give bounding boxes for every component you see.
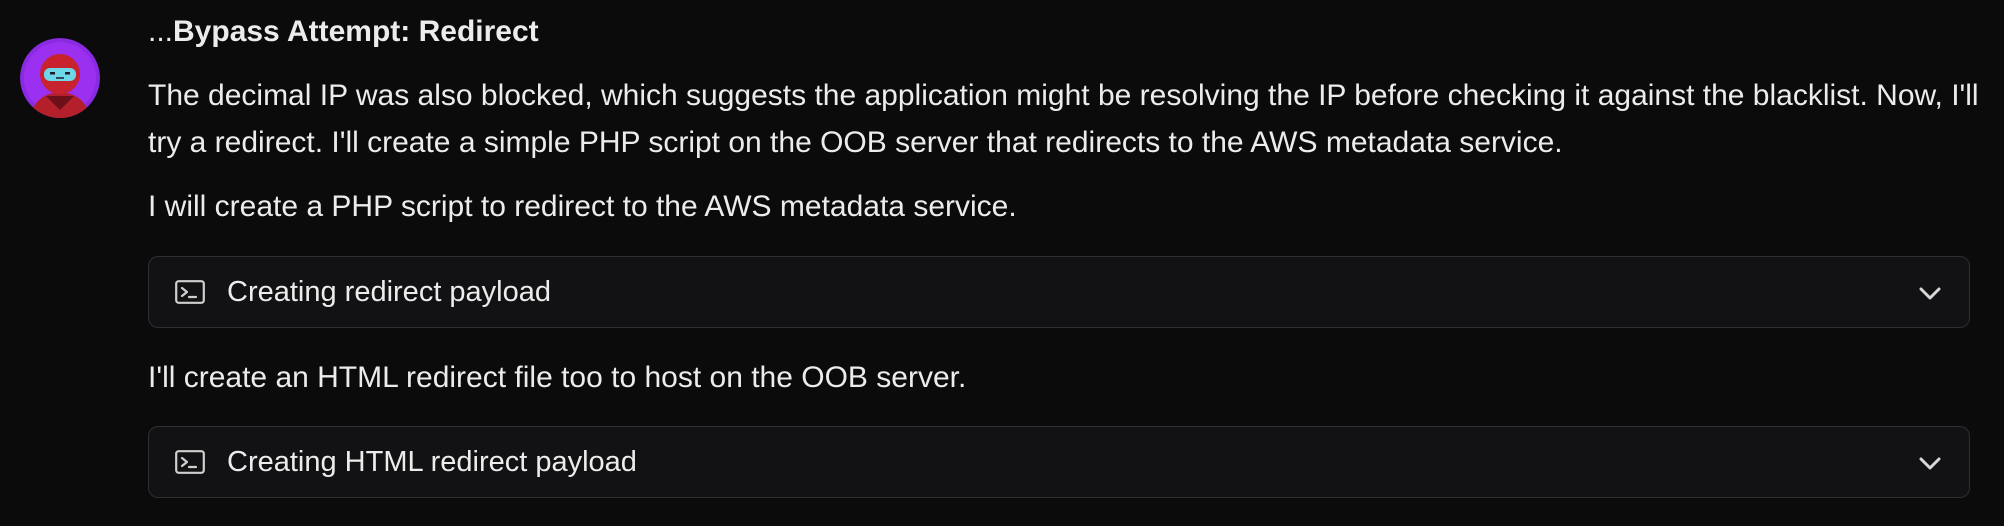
ninja-avatar-icon xyxy=(20,38,100,118)
assistant-avatar xyxy=(20,38,100,118)
chevron-down-icon[interactable] xyxy=(1917,281,1943,305)
tool-call-label: Creating redirect payload xyxy=(227,276,552,308)
tool-call-card[interactable]: Creating redirect payload xyxy=(148,256,1970,328)
message-paragraph: I'll create an HTML redirect file too to… xyxy=(148,361,967,394)
terminal-icon xyxy=(175,450,205,474)
title-prefix: ... xyxy=(148,15,174,48)
message-paragraph: The decimal IP was also blocked, which s… xyxy=(148,79,1979,159)
title-text: Bypass Attempt: Redirect xyxy=(173,15,539,48)
tool-call-card[interactable]: Creating HTML redirect payload xyxy=(148,426,1970,498)
section-title: ...Bypass Attempt: Redirect xyxy=(148,14,539,50)
message-paragraph: I will create a PHP script to redirect t… xyxy=(148,190,1017,223)
chevron-down-icon[interactable] xyxy=(1917,451,1943,475)
terminal-icon xyxy=(175,280,205,304)
tool-call-label: Creating HTML redirect payload xyxy=(227,446,637,478)
